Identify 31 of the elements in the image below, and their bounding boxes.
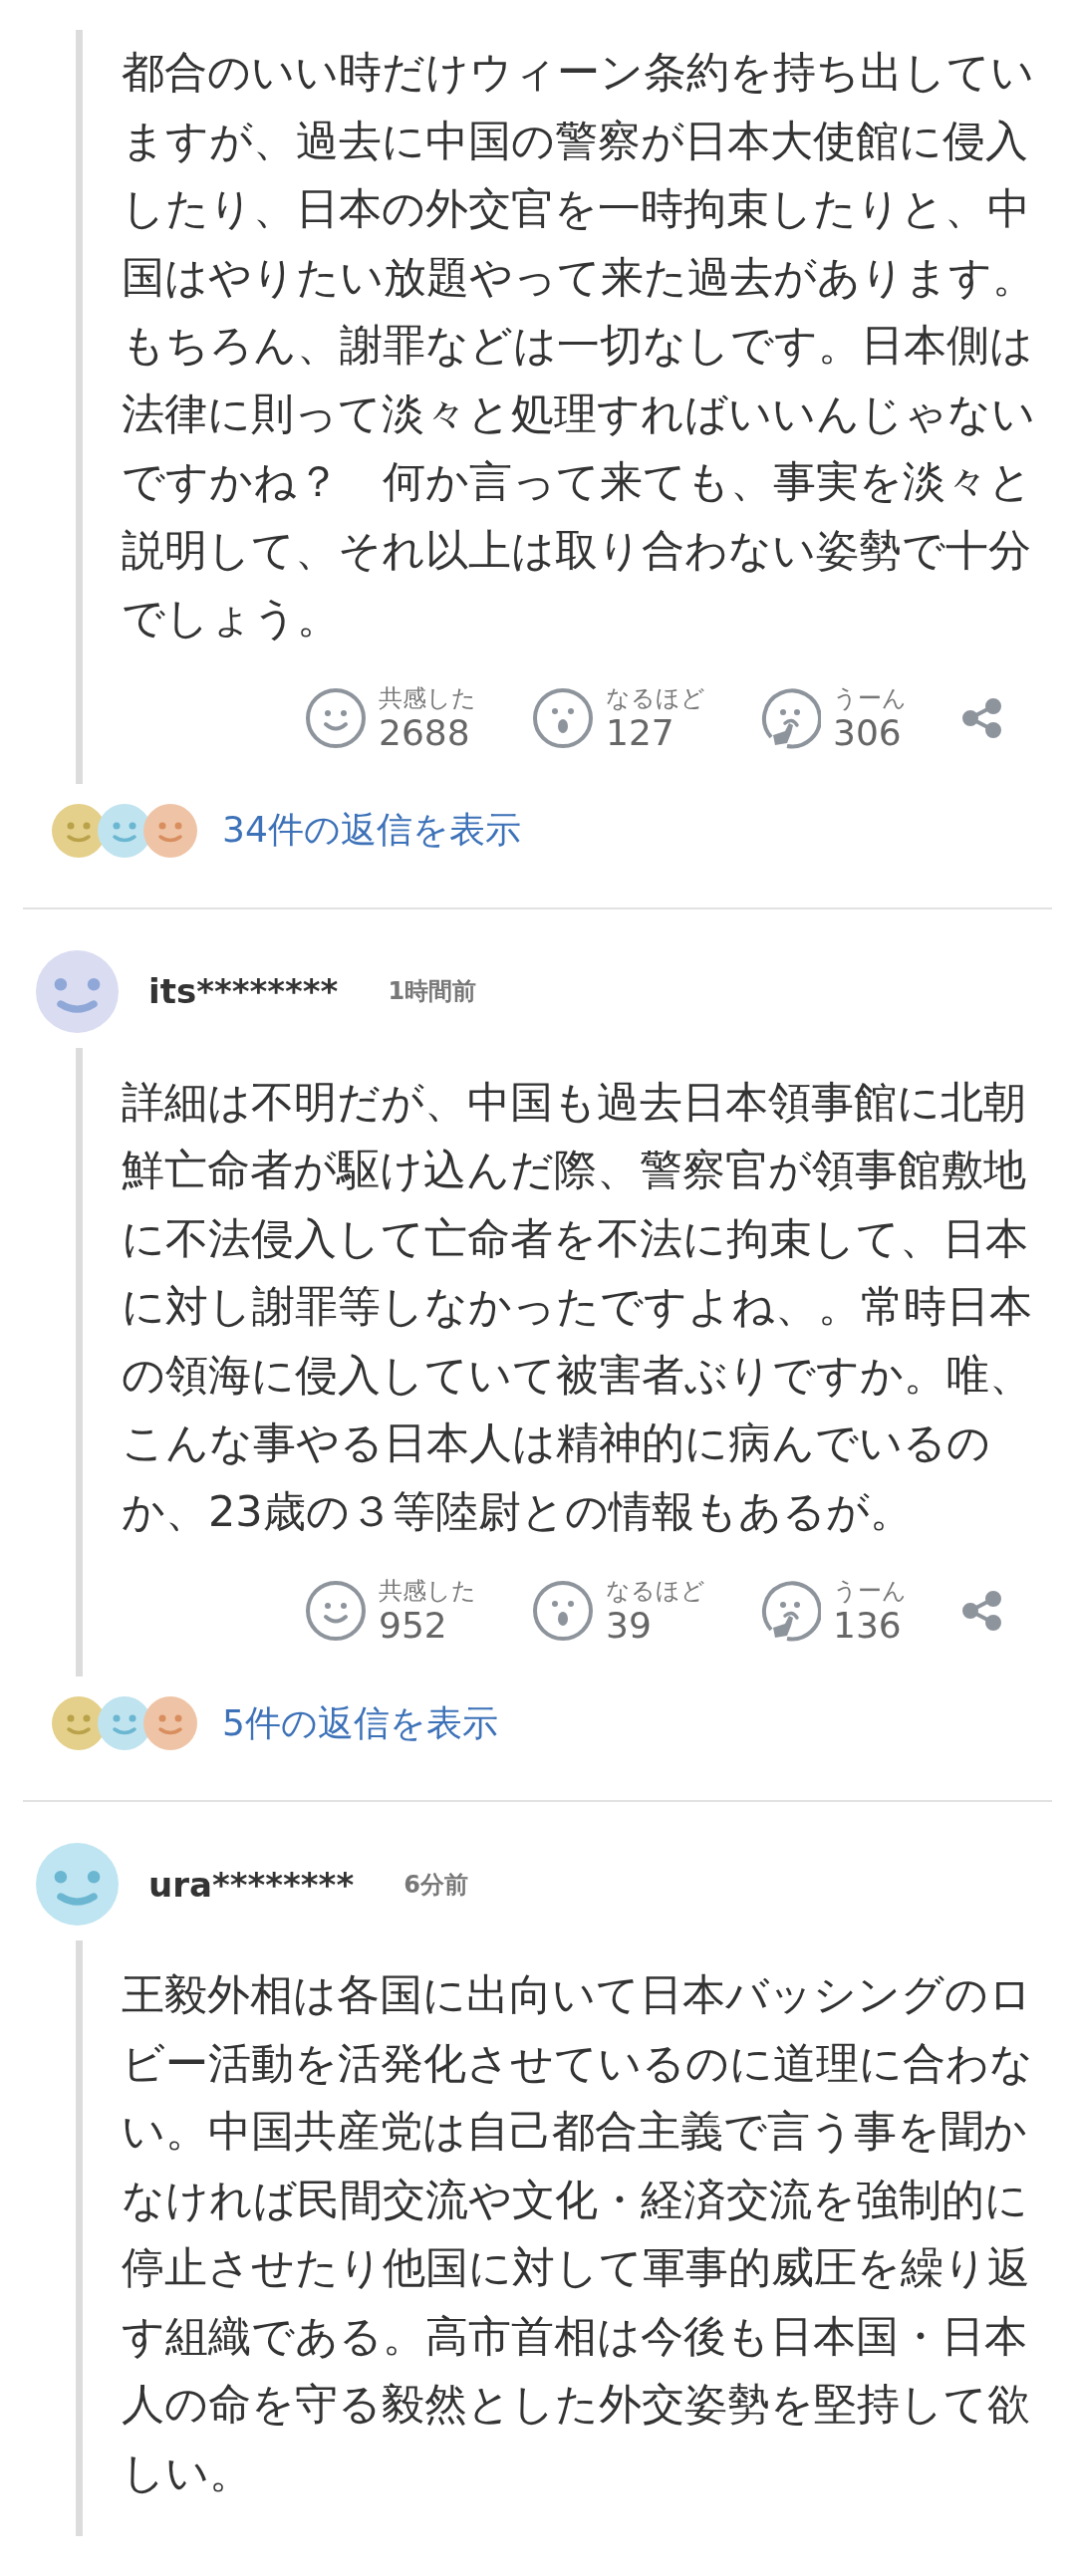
show-replies-link[interactable]: 5件の返信を表示 <box>222 1698 498 1748</box>
share-icon[interactable] <box>962 697 1002 738</box>
reply-avatars-icon[interactable] <box>52 803 197 858</box>
reaction-label: なるほど <box>606 682 705 713</box>
reaction-count: 2688 <box>379 712 471 753</box>
comment-text: 王毅外相は各国に出向いて日本バッシングのロビー活動を活発化させているのに道理に合わない。中国共産党は自己都合主義で言う事を聞かなければ民間交流や文化・経済交流を強制的に停止させたり他国に対して軍事的威圧を繰り返す組織である。高市首相は今後も日本国・日本人の命を守る毅然とした外交姿勢を堅持して欲しい。 <box>122 1968 1034 2499</box>
comment-text: 詳細は不明だが、中国も過去日本領事館に北朝鮮亡命者が駆け込んだ際、警察官が領事館敷地に不法侵入して亡命者を不法に拘束して、日本に対し謝罪等しなかったですよね、。常時日本の領海に侵入していて被害者ぶりですか。唯、こんな事やる日本人は精神的に病んでいるのか、23歳の３等陸尉との情報もあるが。 <box>122 1075 1033 1538</box>
reaction-label: うーん <box>833 682 907 713</box>
smile-icon[interactable] <box>305 686 367 749</box>
smile-icon[interactable] <box>305 1580 367 1642</box>
surprised-face-icon[interactable] <box>532 1580 594 1642</box>
thinking-face-icon[interactable] <box>759 686 821 749</box>
surprised-face-icon[interactable] <box>532 686 594 749</box>
reaction-count: 306 <box>833 712 903 753</box>
username[interactable]: ura******** <box>148 1864 355 1905</box>
reaction-label: うーん <box>833 1576 907 1606</box>
reaction-label: 共感した <box>379 1576 476 1606</box>
reaction-count: 952 <box>379 1606 448 1646</box>
share-icon[interactable] <box>962 1591 1002 1631</box>
reply-avatars-icon[interactable] <box>52 1696 197 1750</box>
show-replies-link[interactable]: 34件の返信を表示 <box>222 806 521 855</box>
reaction-label: なるほど <box>606 1576 705 1606</box>
reaction-count: 136 <box>833 1606 903 1646</box>
thinking-face-icon[interactable] <box>759 1580 821 1642</box>
reaction-label: 共感した <box>379 682 476 713</box>
username[interactable]: its******** <box>148 971 339 1011</box>
reaction-count: 127 <box>606 712 675 753</box>
reaction-count: 39 <box>606 1606 653 1646</box>
timestamp: 1時間前 <box>388 976 477 1007</box>
comment-text: 都合のいい時だけウィーン条約を持ち出していますが、過去に中国の警察が日本大使館に侵入したり、日本の外交官を一時拘束したりと、中国はやりたい放題やって来た過去があります。もちろん、謝罪などは一切なしです。日本側は法律に則って淡々と処理すればいいんじゃないですかね？ 何か言って来ても、事実を淡々と説明して、それ以上は取り合わない姿勢で十分でしょう。 <box>122 46 1036 644</box>
timestamp: 6分前 <box>403 1869 468 1901</box>
